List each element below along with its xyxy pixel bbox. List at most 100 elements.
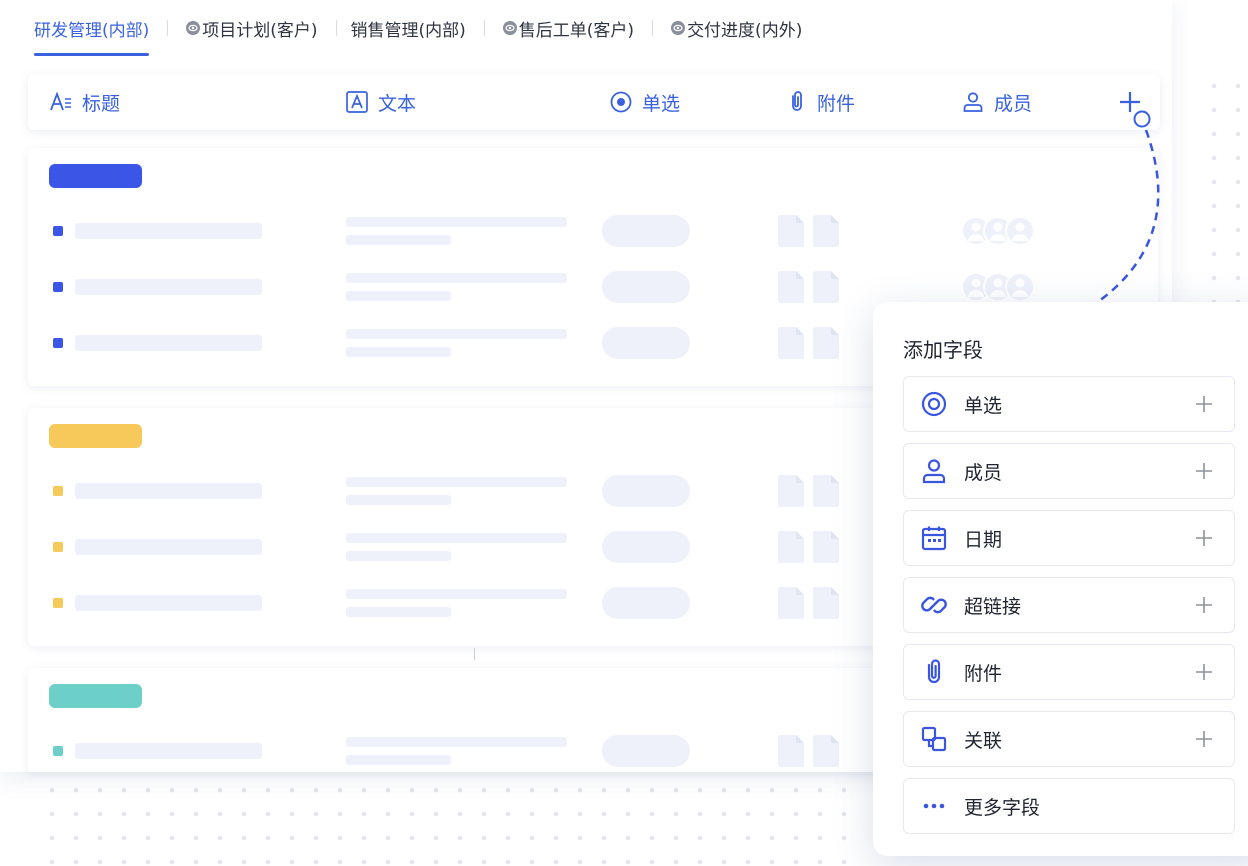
avatar-group: [961, 216, 1035, 246]
file-icon: [778, 271, 804, 303]
field-option-label: 关联: [964, 729, 1003, 752]
text-field-icon: [346, 91, 368, 113]
file-icon: [778, 215, 804, 247]
dot-pattern-right: [1202, 74, 1248, 304]
text-placeholder: [346, 235, 451, 245]
column-attachment-label: 附件: [817, 92, 856, 115]
select-placeholder: [602, 475, 690, 507]
select-placeholder: [602, 271, 690, 303]
column-single-select-label: 单选: [642, 92, 681, 115]
link-icon: [920, 591, 948, 619]
text-placeholder: [346, 329, 567, 339]
user-icon: [963, 92, 983, 112]
file-icon: [813, 735, 839, 767]
column-title-label: 标题: [82, 92, 121, 115]
title-field-icon: [50, 92, 71, 111]
field-option-single-select[interactable]: 单选: [903, 376, 1235, 432]
column-text[interactable]: 文本: [346, 74, 416, 130]
view-tabs: 研发管理(内部) 项目计划(客户) 销售管理(内部) 售后工单(客户) 交付进度…: [20, 0, 802, 56]
file-icon: [778, 327, 804, 359]
dot-pattern-bottom: [40, 778, 860, 866]
tab-after-sales[interactable]: 售后工单(客户): [485, 0, 634, 56]
plus-icon: [1196, 664, 1212, 680]
text-placeholder: [346, 551, 451, 561]
column-text-label: 文本: [378, 92, 417, 115]
title-placeholder: [75, 483, 262, 499]
field-option-relation[interactable]: 关联: [903, 711, 1235, 767]
radio-icon: [920, 390, 948, 418]
file-icon: [778, 735, 804, 767]
tab-project-plan[interactable]: 项目计划(客户): [168, 0, 318, 56]
select-placeholder: [602, 215, 690, 247]
text-placeholder: [346, 273, 567, 283]
field-option-label: 成员: [964, 461, 1003, 484]
text-placeholder: [346, 291, 451, 301]
title-placeholder: [75, 539, 262, 555]
title-placeholder: [75, 223, 262, 239]
radio-icon: [610, 91, 632, 113]
field-option-more[interactable]: 更多字段: [903, 778, 1235, 834]
tab-delivery-progress[interactable]: 交付进度(内外): [653, 0, 802, 56]
title-placeholder: [75, 279, 262, 295]
row-marker: [53, 338, 63, 348]
add-column-button[interactable]: [1118, 90, 1158, 130]
tab-rd-management[interactable]: 研发管理(内部): [20, 0, 150, 56]
row-marker: [53, 746, 63, 756]
paperclip-icon: [920, 658, 948, 686]
plus-icon: [1120, 92, 1151, 128]
relation-icon: [920, 725, 948, 753]
select-placeholder: [602, 735, 690, 767]
tab-label: 研发管理(内部): [34, 20, 150, 41]
tab-label: 交付进度(内外): [687, 20, 803, 41]
field-option-label: 单选: [964, 394, 1003, 417]
column-member[interactable]: 成员: [962, 74, 1032, 130]
plus-icon: [1196, 463, 1212, 479]
tab-label: 销售管理(内部): [350, 20, 466, 41]
add-field-popup: 添加字段 单选 成员 日期 超链接 附件 关联 更多字段: [873, 302, 1248, 856]
table-row[interactable]: [28, 215, 1158, 247]
file-icon: [778, 587, 804, 619]
column-member-label: 成员: [994, 92, 1033, 115]
text-placeholder: [346, 589, 567, 599]
field-option-label: 超链接: [964, 595, 1022, 618]
select-placeholder: [602, 327, 690, 359]
popup-title: 添加字段: [903, 338, 983, 362]
field-option-hyperlink[interactable]: 超链接: [903, 577, 1235, 633]
text-placeholder: [346, 347, 451, 357]
title-placeholder: [75, 743, 262, 759]
tab-label: 项目计划(客户): [202, 20, 318, 41]
user-icon: [920, 457, 948, 485]
tab-sales-management[interactable]: 销售管理(内部): [337, 0, 466, 56]
column-attachment[interactable]: 附件: [787, 74, 855, 130]
row-marker: [53, 282, 63, 292]
row-marker: [53, 226, 63, 236]
table-row[interactable]: [28, 271, 1158, 303]
title-placeholder: [75, 335, 262, 351]
field-option-attachment[interactable]: 附件: [903, 644, 1235, 700]
paperclip-icon: [792, 91, 802, 111]
field-option-label: 更多字段: [964, 796, 1041, 819]
row-marker: [53, 598, 63, 608]
file-icon: [778, 531, 804, 563]
field-option-label: 日期: [964, 528, 1003, 551]
resize-handle[interactable]: [474, 648, 475, 660]
plus-icon: [1196, 731, 1212, 747]
field-option-member[interactable]: 成员: [903, 443, 1235, 499]
column-header-bar: 标题 文本 单选 附件 成员: [28, 74, 1160, 130]
plus-icon: [1196, 530, 1212, 546]
group-tag[interactable]: [49, 424, 142, 448]
file-icon: [813, 475, 839, 507]
column-title[interactable]: 标题: [50, 74, 120, 130]
file-icon: [813, 271, 839, 303]
column-single-select[interactable]: 单选: [610, 74, 680, 130]
title-placeholder: [75, 595, 262, 611]
group-tag[interactable]: [49, 684, 142, 708]
text-placeholder: [346, 607, 451, 617]
text-placeholder: [346, 737, 567, 747]
group-tag[interactable]: [49, 164, 142, 188]
field-option-date[interactable]: 日期: [903, 510, 1235, 566]
file-icon: [813, 215, 839, 247]
file-icon: [813, 327, 839, 359]
text-placeholder: [346, 217, 567, 227]
text-placeholder: [346, 495, 451, 505]
